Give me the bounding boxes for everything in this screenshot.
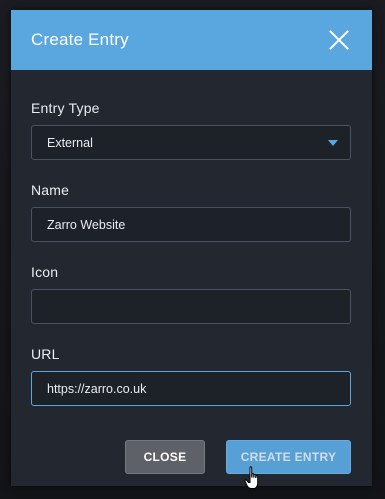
- modal-footer: CLOSE CREATE ENTRY: [11, 440, 372, 474]
- url-value: https://zarro.co.uk: [47, 381, 147, 396]
- entry-type-field: Entry Type External: [31, 100, 351, 160]
- modal-header: Create Entry: [11, 10, 372, 70]
- entry-type-value: External: [47, 135, 93, 150]
- entry-type-select[interactable]: External: [31, 125, 351, 160]
- entry-type-label: Entry Type: [31, 100, 100, 116]
- url-input[interactable]: https://zarro.co.uk: [31, 371, 351, 406]
- chevron-down-icon: [328, 140, 338, 146]
- url-label: URL: [31, 346, 60, 362]
- modal-body: Entry Type External Name Zarro Website I…: [11, 70, 372, 406]
- close-button[interactable]: CLOSE: [125, 440, 205, 474]
- hand-pointer-icon: [244, 466, 259, 489]
- name-value: Zarro Website: [47, 217, 126, 232]
- icon-label: Icon: [31, 264, 59, 280]
- url-field: URL https://zarro.co.uk: [31, 346, 351, 406]
- icon-field: Icon: [31, 264, 351, 324]
- icon-input[interactable]: [31, 289, 351, 324]
- modal-title: Create Entry: [31, 30, 129, 49]
- name-label: Name: [31, 182, 70, 198]
- create-entry-modal: Create Entry Entry Type External Name Za…: [11, 10, 372, 486]
- name-field: Name Zarro Website: [31, 182, 351, 242]
- close-icon[interactable]: [328, 29, 350, 51]
- name-input[interactable]: Zarro Website: [31, 207, 351, 242]
